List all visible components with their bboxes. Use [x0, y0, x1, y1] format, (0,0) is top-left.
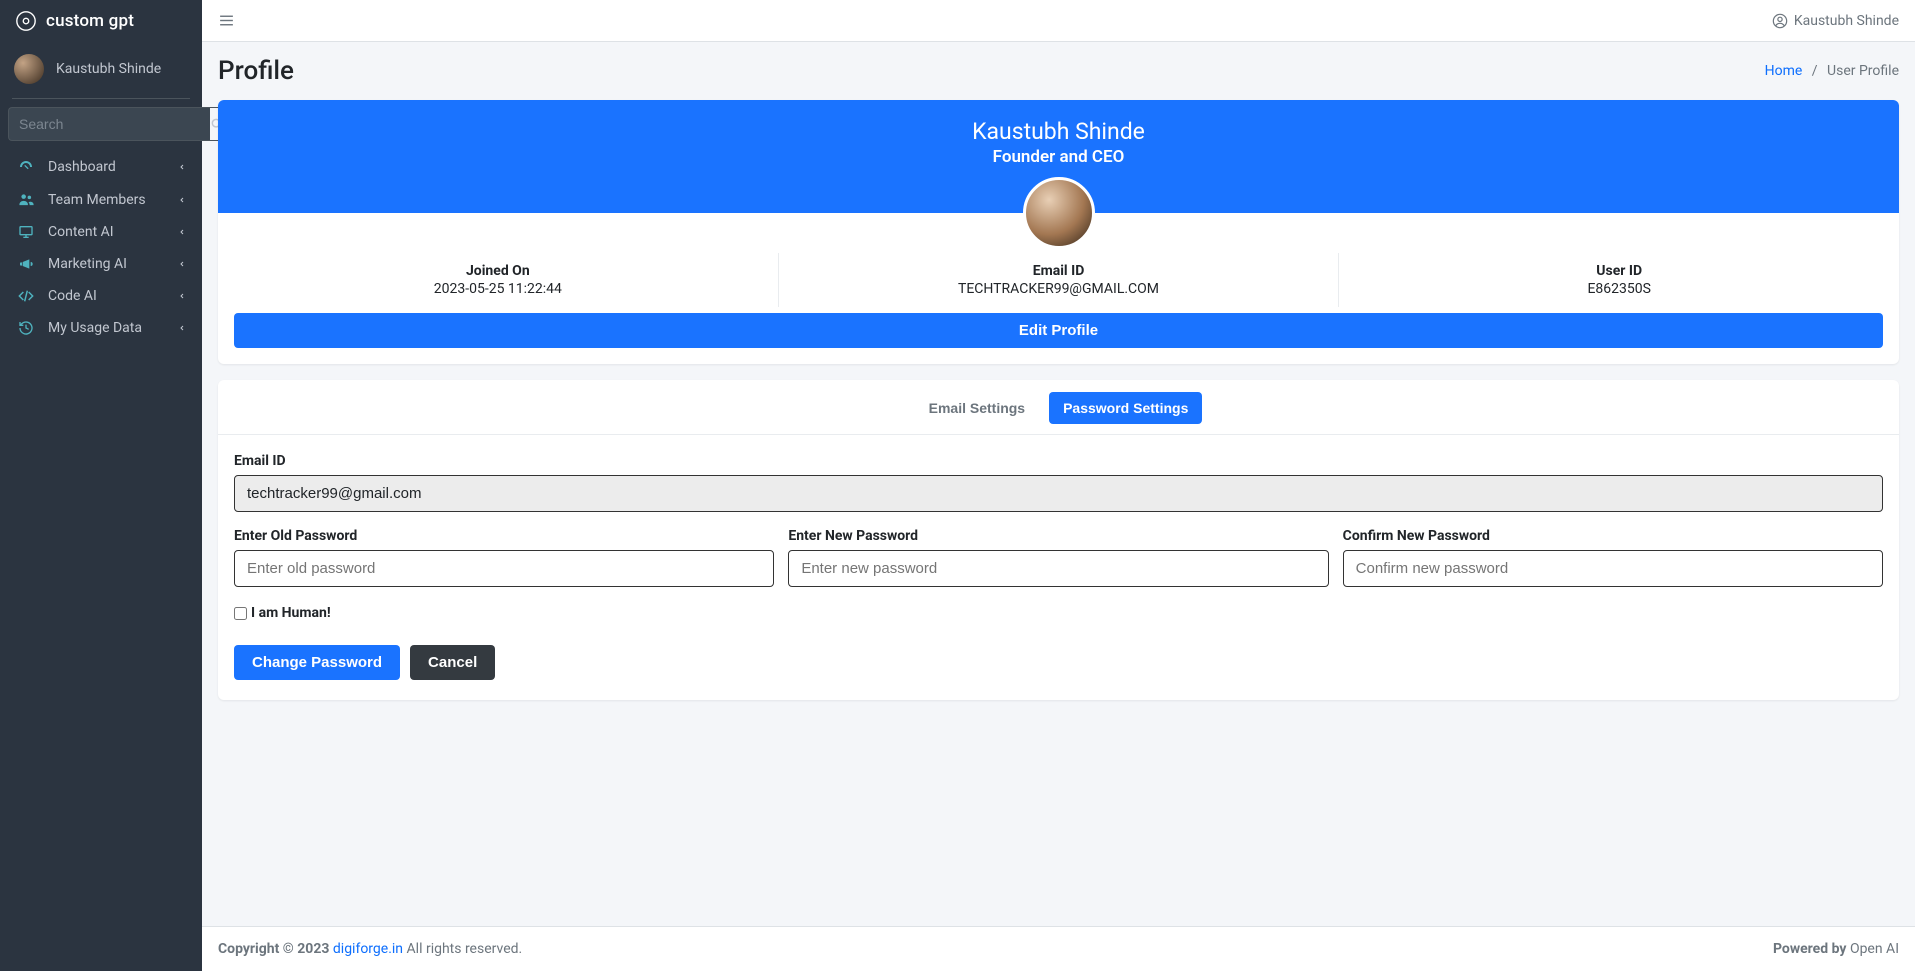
history-icon: [16, 320, 36, 336]
bullhorn-icon: [16, 256, 36, 272]
sidebar-item-team-members[interactable]: Team Members: [6, 183, 196, 216]
profile-name: Kaustubh Shinde: [218, 118, 1899, 145]
password-form: Email ID Enter Old Password Enter New Pa…: [218, 435, 1899, 700]
sidebar-item-my-usage[interactable]: My Usage Data: [6, 312, 196, 344]
stat-value: 2023-05-25 11:22:44: [218, 281, 778, 297]
edit-profile-row: Edit Profile: [218, 313, 1899, 364]
users-icon: [16, 191, 36, 208]
chevron-left-icon: [178, 163, 186, 171]
stat-label: Email ID: [779, 263, 1339, 279]
brand-text: custom gpt: [46, 11, 134, 31]
tab-password-settings[interactable]: Password Settings: [1049, 392, 1202, 424]
stat-label: User ID: [1339, 263, 1899, 279]
email-input[interactable]: [234, 475, 1883, 512]
chevron-left-icon: [178, 324, 186, 332]
settings-card: Email Settings Password Settings Email I…: [218, 380, 1899, 700]
sidebar-search: [0, 107, 202, 141]
profile-avatar: [1023, 177, 1095, 249]
profile-card: Kaustubh Shinde Founder and CEO Joined O…: [218, 100, 1899, 364]
chevron-left-icon: [178, 292, 186, 300]
hamburger-icon: [218, 12, 235, 29]
code-icon: [16, 288, 36, 304]
human-checkbox[interactable]: [234, 607, 247, 620]
footer-right: Powered by Open AI: [1773, 941, 1899, 957]
breadcrumb-current: User Profile: [1827, 63, 1899, 79]
monitor-icon: [16, 224, 36, 240]
stat-email: Email ID TECHTRACKER99@GMAIL.COM: [778, 253, 1339, 307]
sidebar-avatar: [14, 54, 44, 84]
stat-label: Joined On: [218, 263, 778, 279]
sidebar-nav: Dashboard Team Members Content AI: [0, 151, 202, 344]
confirm-password-label: Confirm New Password: [1343, 528, 1883, 544]
topbar-user-menu[interactable]: Kaustubh Shinde: [1772, 13, 1899, 29]
copyright-prefix: Copyright © 2023: [218, 941, 333, 957]
content: Profile Home / User Profile Kaustubh Shi…: [202, 42, 1915, 926]
nav-label: Code AI: [48, 288, 97, 304]
stat-joined: Joined On 2023-05-25 11:22:44: [218, 253, 778, 307]
nav-label: Content AI: [48, 224, 114, 240]
sidebar-username: Kaustubh Shinde: [56, 61, 161, 77]
brand[interactable]: custom gpt: [0, 0, 202, 42]
page-header: Profile Home / User Profile: [218, 56, 1899, 86]
menu-toggle-button[interactable]: [218, 12, 235, 29]
change-password-button[interactable]: Change Password: [234, 645, 400, 680]
sidebar-item-content-ai[interactable]: Content AI: [6, 216, 196, 248]
nav-label: Marketing AI: [48, 256, 127, 272]
nav-label: My Usage Data: [48, 320, 142, 336]
footer-site-link[interactable]: digiforge.in: [333, 941, 403, 957]
sidebar-item-marketing-ai[interactable]: Marketing AI: [6, 248, 196, 280]
nav-label: Team Members: [48, 192, 146, 208]
user-circle-icon: [1772, 13, 1788, 29]
chevron-left-icon: [178, 196, 186, 204]
new-password-label: Enter New Password: [788, 528, 1328, 544]
breadcrumb-separator: /: [1812, 63, 1818, 79]
breadcrumb-home-link[interactable]: Home: [1765, 63, 1803, 79]
profile-role: Founder and CEO: [218, 147, 1899, 167]
stat-userid: User ID E862350S: [1338, 253, 1899, 307]
chevron-left-icon: [178, 260, 186, 268]
new-password-input[interactable]: [788, 550, 1328, 587]
topbar: Kaustubh Shinde: [202, 0, 1915, 42]
sidebar-divider: [12, 98, 190, 99]
powered-by: Open AI: [1850, 941, 1899, 957]
sidebar: custom gpt Kaustubh Shinde Dashboard: [0, 0, 202, 971]
sidebar-item-code-ai[interactable]: Code AI: [6, 280, 196, 312]
stat-value: E862350S: [1339, 281, 1899, 297]
old-password-input[interactable]: [234, 550, 774, 587]
sidebar-user-panel[interactable]: Kaustubh Shinde: [0, 42, 202, 98]
stat-value: TECHTRACKER99@GMAIL.COM: [779, 281, 1339, 297]
human-label[interactable]: I am Human!: [251, 605, 331, 621]
brand-logo-icon: [14, 9, 38, 33]
confirm-password-input[interactable]: [1343, 550, 1883, 587]
nav-label: Dashboard: [48, 159, 116, 175]
cancel-button[interactable]: Cancel: [410, 645, 495, 680]
powered-prefix: Powered by: [1773, 941, 1850, 957]
chevron-left-icon: [178, 228, 186, 236]
main: Kaustubh Shinde Profile Home / User Prof…: [202, 0, 1915, 971]
settings-tabs: Email Settings Password Settings: [218, 380, 1899, 435]
tachometer-icon: [16, 159, 36, 175]
email-label: Email ID: [234, 453, 1883, 469]
sidebar-item-dashboard[interactable]: Dashboard: [6, 151, 196, 183]
edit-profile-button[interactable]: Edit Profile: [234, 313, 1883, 348]
footer-left: Copyright © 2023 digiforge.in All rights…: [218, 941, 522, 957]
sidebar-search-input[interactable]: [8, 107, 210, 141]
page-title: Profile: [218, 56, 294, 86]
tab-email-settings[interactable]: Email Settings: [915, 392, 1039, 424]
footer: Copyright © 2023 digiforge.in All rights…: [202, 926, 1915, 971]
topbar-username: Kaustubh Shinde: [1794, 13, 1899, 29]
breadcrumb: Home / User Profile: [1765, 63, 1899, 79]
footer-rights: All rights reserved.: [407, 941, 523, 957]
old-password-label: Enter Old Password: [234, 528, 774, 544]
profile-hero: Kaustubh Shinde Founder and CEO: [218, 100, 1899, 213]
